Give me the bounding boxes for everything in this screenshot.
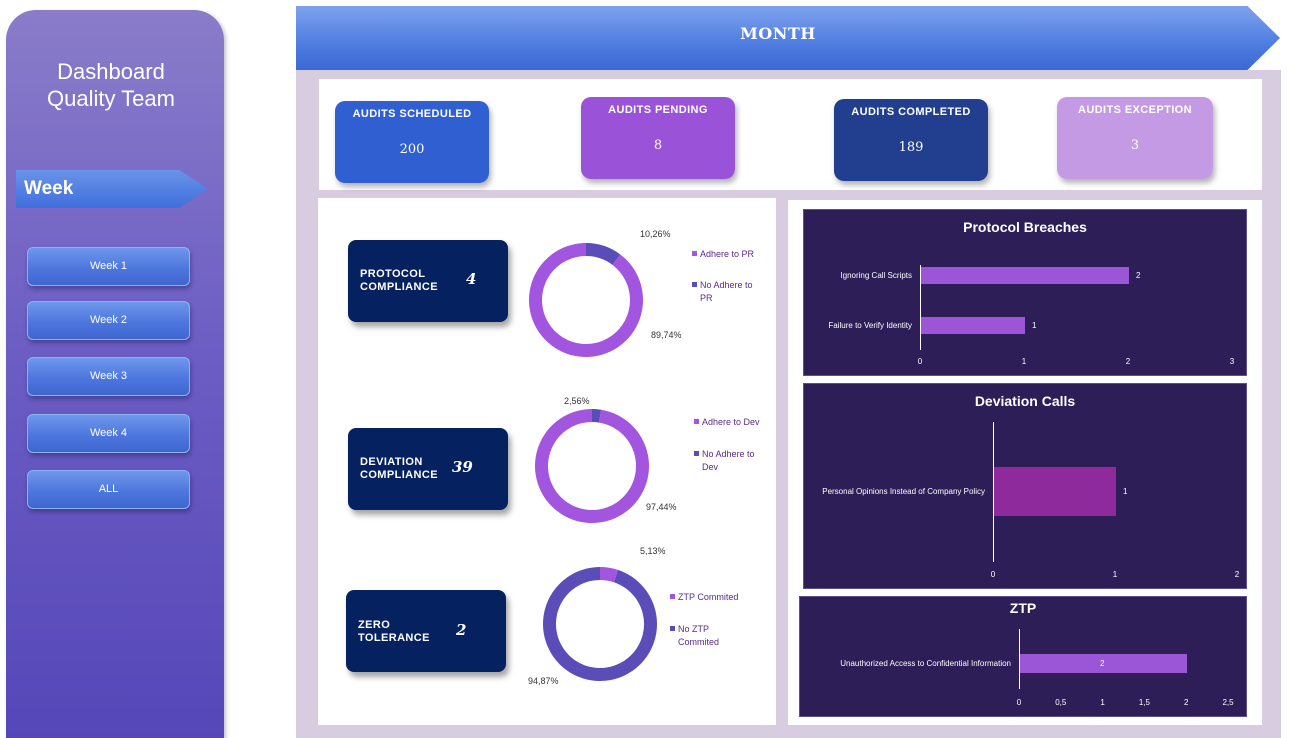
sidebar: Dashboard Quality Team Week Week 1 Week … — [6, 10, 224, 738]
dashboard-title-line2: Quality Team — [47, 86, 175, 111]
kpi-audits-completed: AUDITS COMPLETED 189 — [834, 99, 988, 181]
deviation-small-pct: 2,56% — [564, 396, 590, 406]
deviation-calls-chart: Deviation Calls 0 1 2 Personal Opinions Inst… — [803, 383, 1247, 589]
legend-no-adhere-pr: No Adhere to PR — [692, 279, 753, 305]
metric-label-line1: ZERO — [358, 619, 391, 631]
legend-ztp-commited: ZTP Commited — [670, 591, 738, 604]
zero-tolerance-donut-chart — [543, 567, 657, 681]
x-tick-label: 0 — [917, 357, 923, 366]
deviation-donut-chart — [535, 409, 649, 523]
metric-label-line2: COMPLIANCE — [360, 281, 438, 293]
week-section-label: Week — [16, 170, 208, 208]
bar — [921, 317, 1025, 334]
bar-value-label: 2 — [1136, 270, 1141, 280]
metric-value: 4 — [466, 270, 477, 288]
compliance-panel: PROTOCOL COMPLIANCE 4 10,26% 89,74% Adhe… — [318, 198, 776, 725]
bar-value-label: 2 — [1100, 658, 1105, 668]
kpi-value: 189 — [898, 140, 924, 155]
kpi-value: 200 — [399, 142, 425, 157]
week-1-button[interactable]: Week 1 — [27, 247, 190, 286]
deviation-large-pct: 97,44% — [646, 502, 677, 512]
metric-value: 39 — [452, 458, 473, 476]
x-tick-label: 0 — [990, 570, 996, 579]
x-tick-label: 0,5 — [1055, 698, 1067, 707]
week-3-button[interactable]: Week 3 — [27, 357, 190, 396]
kpi-value: 3 — [1130, 138, 1140, 153]
category-label: Personal Opinions Instead of Company Pol… — [822, 486, 985, 496]
x-tick-label: 3 — [1229, 357, 1235, 366]
x-tick-label: 2 — [1125, 357, 1131, 366]
week-4-button[interactable]: Week 4 — [27, 414, 190, 453]
month-title: MONTH — [740, 24, 816, 43]
x-tick-label: 2 — [1183, 698, 1189, 707]
ztp-chart: ZTP 0 0,5 1 1,5 2 2,5 Unauthorized Access to Co… — [799, 596, 1247, 717]
all-weeks-button[interactable]: ALL — [27, 470, 190, 509]
legend-adhere-pr: Adhere to PR — [692, 248, 754, 261]
kpi-audits-exception: AUDITS EXCEPTION 3 — [1057, 97, 1213, 179]
zero-large-pct: 94,87% — [528, 676, 559, 686]
dashboard-title-line1: Dashboard — [57, 59, 165, 84]
category-label: Failure to Verify Identity — [828, 320, 912, 330]
kpi-label: AUDITS SCHEDULED — [352, 108, 472, 120]
kpi-label: AUDITS EXCEPTION — [1078, 104, 1192, 116]
legend-adhere-dev: Adhere to Dev — [694, 416, 760, 429]
x-tick-label: 1 — [1112, 570, 1118, 579]
chart-title: ZTP — [1009, 600, 1037, 616]
zero-tolerance-card: ZERO TOLERANCE 2 — [346, 590, 506, 672]
x-tick-label: 2,5 — [1222, 698, 1234, 707]
metric-value: 2 — [456, 621, 467, 639]
kpi-audits-pending: AUDITS PENDING 8 — [581, 97, 735, 179]
protocol-large-pct: 89,74% — [651, 330, 682, 340]
x-tick-label: 1 — [1021, 357, 1027, 366]
bar — [994, 467, 1116, 516]
x-tick-label: 1 — [1100, 698, 1105, 707]
dashboard-title: Dashboard Quality Team — [6, 58, 216, 112]
kpi-label: AUDITS PENDING — [608, 104, 708, 116]
kpi-label: AUDITS COMPLETED — [851, 106, 971, 118]
protocol-small-pct: 10,26% — [640, 229, 671, 239]
dashboard-root: Dashboard Quality Team Week Week 1 Week … — [0, 0, 1290, 738]
bar — [921, 267, 1129, 284]
chart-title: Deviation Calls — [974, 393, 1076, 409]
zero-large-slice — [543, 567, 657, 681]
legend-no-ztp-commited: No ZTP Commited — [670, 623, 719, 649]
x-tick-label: 1,5 — [1138, 698, 1150, 707]
kpi-audits-scheduled: AUDITS SCHEDULED 200 — [335, 101, 489, 183]
bar-value-label: 1 — [1032, 320, 1037, 330]
chart-title: Protocol Breaches — [963, 219, 1087, 235]
week-2-button[interactable]: Week 2 — [27, 301, 190, 340]
protocol-breaches-chart: Protocol Breaches 0 1 2 3 Ignoring Call Scrip… — [803, 209, 1247, 376]
kpi-value: 8 — [653, 138, 663, 153]
bar-value-label: 1 — [1123, 486, 1128, 496]
category-label: Ignoring Call Scripts — [840, 270, 912, 280]
protocol-donut-chart — [529, 243, 643, 357]
x-tick-label: 2 — [1234, 570, 1240, 579]
protocol-compliance-card: PROTOCOL COMPLIANCE 4 — [348, 240, 508, 322]
category-label: Unauthorized Access to Confidential Info… — [840, 658, 1011, 668]
x-tick-label: 0 — [1016, 698, 1022, 707]
deviation-compliance-card: DEVIATION COMPLIANCE 39 — [348, 428, 508, 510]
metric-label-line2: COMPLIANCE — [360, 469, 438, 481]
metric-label-line1: DEVIATION — [360, 456, 423, 468]
protocol-large-slice — [529, 243, 643, 357]
kpi-panel: AUDITS SCHEDULED 200 AUDITS PENDING 8 AU… — [319, 79, 1262, 190]
legend-no-adhere-dev: No Adhere to Dev — [694, 448, 755, 474]
zero-small-pct: 5,13% — [640, 546, 666, 556]
metric-label-line1: PROTOCOL — [360, 268, 426, 280]
deviation-large-slice — [535, 409, 649, 523]
metric-label-line2: TOLERANCE — [358, 632, 430, 644]
